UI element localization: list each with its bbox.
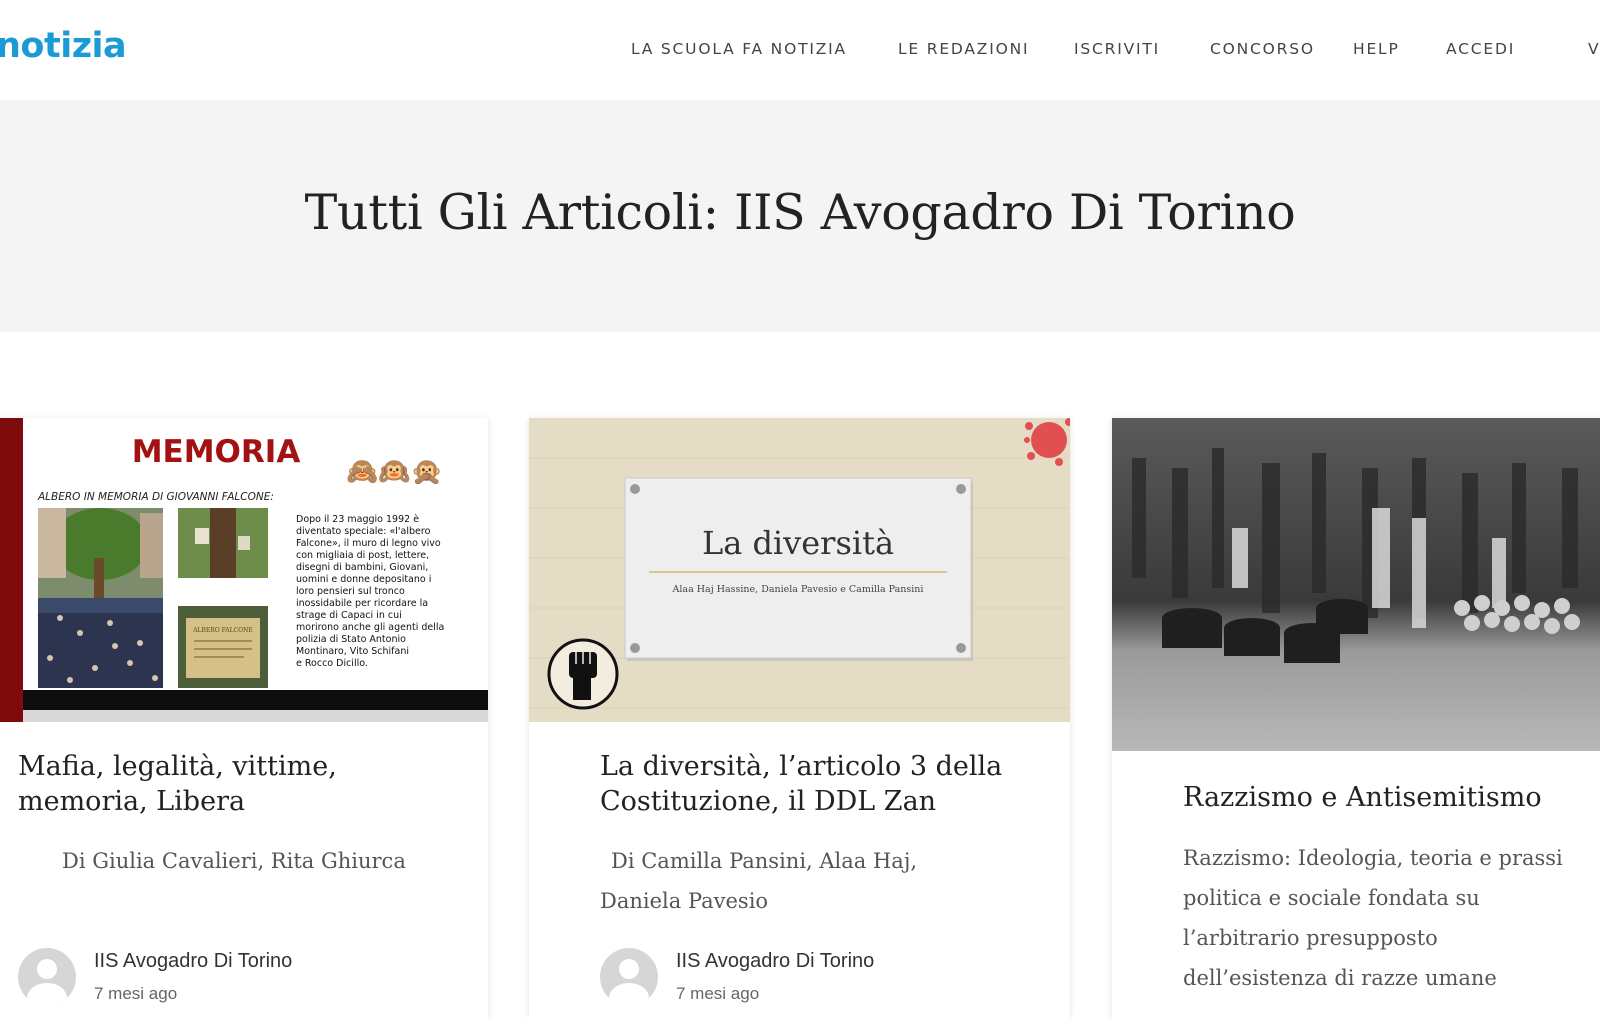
site-header: notizia LA SCUOLA FA NOTIZIA LE REDAZION… [0, 0, 1600, 100]
memoria-text-line: Falcone», il muro di legno vivo [296, 538, 441, 549]
plaque-photo: ALBERO FALCONE [178, 606, 268, 688]
memoria-text-line: disegni di bambini, Giovani, [296, 562, 428, 573]
memoria-text-line: diventato speciale: «l'albero [296, 526, 431, 537]
article-title[interactable]: La diversità, l’articolo 3 della Costitu… [600, 749, 1040, 819]
author-name[interactable]: IIS Avogadro Di Torino [676, 950, 874, 973]
nav-item-le-redazioni[interactable]: LE REDAZIONI [898, 40, 1029, 58]
memoria-subheading: ALBERO IN MEMORIA DI GIOVANNI FALCONE: [37, 491, 274, 503]
article-card: Razzismo e Antisemitismo Razzismo: Ideol… [1112, 418, 1600, 1018]
memoria-text-line: inossidabile per ricordare la [296, 598, 428, 609]
post-date: 7 mesi ago [94, 984, 178, 1003]
article-card: MEMORIA 🙈🙉🙊 ALBERO IN MEMORIA DI GIOVANN… [0, 418, 488, 1018]
crowd-photo [38, 508, 163, 688]
diversita-slide-image: La diversità Alaa Haj Hassine, Daniela P… [529, 418, 1070, 722]
memoria-text-line: loro pensieri sul tronco [296, 586, 405, 597]
nav-item-overflow[interactable]: V [1588, 40, 1600, 58]
main-nav: LA SCUOLA FA NOTIZIA LE REDAZIONI ISCRIV… [0, 40, 1600, 62]
author-name[interactable]: IIS Avogadro Di Torino [94, 950, 292, 973]
article-title[interactable]: Razzismo e Antisemitismo [1183, 780, 1600, 815]
memoria-text-line: con migliaia di post, lettere, [296, 550, 429, 561]
plaque-text: ALBERO FALCONE [192, 627, 253, 634]
memoria-text-line: uomini e donne depositano i [296, 574, 431, 585]
article-byline: Di Giulia Cavalieri, Rita Ghiurca [62, 849, 406, 873]
memoria-monkeys: 🙈🙉🙊 [346, 457, 443, 487]
slide-subtitle: Alaa Haj Hassine, Daniela Pavesio e Cami… [672, 584, 924, 595]
historical-photo-image [1112, 418, 1600, 751]
memoria-text-line: polizia di Stato Antonio [296, 634, 406, 645]
tree-trunk-photo [178, 508, 268, 578]
post-date: 7 mesi ago [676, 984, 760, 1003]
article-excerpt: Razzismo: Ideologia, teoria e prassi pol… [1183, 846, 1563, 990]
memoria-text-line: morirono anche gli agenti della [296, 622, 444, 633]
nav-item-iscriviti[interactable]: ISCRIVITI [1074, 40, 1160, 58]
article-thumbnail[interactable]: MEMORIA 🙈🙉🙊 ALBERO IN MEMORIA DI GIOVANN… [0, 418, 488, 722]
page-title: Tutti Gli Articoli: IIS Avogadro Di Tori… [304, 184, 1296, 241]
raised-fist-icon [547, 638, 619, 710]
memoria-text-line: Montinaro, Vito Schifani [296, 646, 409, 657]
article-card: La diversità Alaa Haj Hassine, Daniela P… [529, 418, 1070, 1018]
article-title[interactable]: Mafia, legalità, vittime, memoria, Liber… [18, 749, 418, 819]
article-author: IIS Avogadro Di Torino 7 mesi ago [18, 948, 458, 1008]
avatar[interactable] [18, 948, 76, 1006]
nav-item-help[interactable]: HELP [1353, 40, 1400, 58]
memoria-text-line: e Rocco Dicillo. [296, 658, 368, 669]
slide-title: La diversità [702, 524, 894, 562]
article-author: IIS Avogadro Di Torino 7 mesi ago [600, 948, 1040, 1008]
memoria-text-line: Dopo il 23 maggio 1992 è [296, 514, 419, 525]
avatar[interactable] [600, 948, 658, 1006]
page-banner: Tutti Gli Articoli: IIS Avogadro Di Tori… [0, 100, 1600, 332]
article-thumbnail[interactable] [1112, 418, 1600, 751]
article-thumbnail[interactable]: La diversità Alaa Haj Hassine, Daniela P… [529, 418, 1070, 722]
article-byline: Di Camilla Pansini, Alaa Haj, Daniela Pa… [600, 849, 918, 913]
memoria-text-line: strage di Capaci in cui [296, 610, 402, 621]
memoria-heading: MEMORIA [132, 434, 301, 470]
nav-item-concorso[interactable]: CONCORSO [1210, 40, 1315, 58]
nav-item-la-scuola-fa-notizia[interactable]: LA SCUOLA FA NOTIZIA [631, 40, 847, 58]
memoria-slide-image: MEMORIA 🙈🙉🙊 ALBERO IN MEMORIA DI GIOVANN… [0, 418, 488, 722]
nav-item-accedi[interactable]: ACCEDI [1446, 40, 1515, 58]
